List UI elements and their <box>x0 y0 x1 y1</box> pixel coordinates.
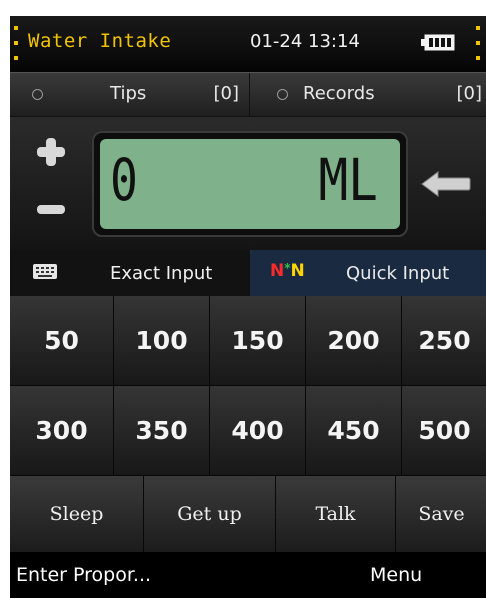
get-up-button[interactable]: Get up <box>144 476 276 552</box>
display-panel: 0 ML <box>10 117 486 250</box>
amount-key-200[interactable]: 200 <box>306 296 402 386</box>
backspace-arrow-icon[interactable] <box>420 167 472 201</box>
amount-key-400[interactable]: 400 <box>210 386 306 476</box>
amount-key-450[interactable]: 450 <box>306 386 402 476</box>
tab-tips-label: Tips <box>110 83 147 104</box>
softkey-menu[interactable]: Menu <box>370 564 422 586</box>
amount-key-100[interactable]: 100 <box>114 296 210 386</box>
amount-key-300[interactable]: 300 <box>10 386 114 476</box>
phone-screen: Water Intake 01-24 13:14 Tips [0] Record… <box>10 16 486 598</box>
softkey-left[interactable]: Enter Propor... <box>16 564 151 586</box>
status-datetime: 01-24 13:14 <box>250 31 360 52</box>
lcd-screen: 0 ML <box>100 139 400 229</box>
intake-unit: ML <box>318 146 378 214</box>
talk-button[interactable]: Talk <box>276 476 396 552</box>
exact-input-button[interactable]: Exact Input <box>10 250 250 296</box>
minus-icon[interactable] <box>36 195 66 225</box>
action-row: Sleep Get up Talk Save <box>10 476 486 552</box>
tab-tips-count: [0] <box>213 83 240 104</box>
save-button[interactable]: Save <box>396 476 486 552</box>
softkey-bar: Enter Propor... Menu <box>10 552 486 598</box>
amount-key-350[interactable]: 350 <box>114 386 210 476</box>
menu-dots-left-icon <box>14 26 18 60</box>
tab-records-label: Records <box>303 83 375 104</box>
exact-input-label: Exact Input <box>110 263 213 284</box>
quick-amount-keypad: 50 100 150 200 250 300 350 400 450 500 <box>10 296 486 476</box>
tab-records-count: [0] <box>456 83 483 104</box>
amount-key-50[interactable]: 50 <box>10 296 114 386</box>
sleep-button[interactable]: Sleep <box>10 476 144 552</box>
radio-icon <box>277 89 288 100</box>
input-mode-row: Exact Input N*N Quick Input <box>10 250 486 296</box>
plus-icon[interactable] <box>36 137 66 167</box>
status-bar: Water Intake 01-24 13:14 <box>10 16 486 72</box>
info-tabs: Tips [0] Records [0] <box>10 72 486 117</box>
intake-value: 0 <box>110 146 138 214</box>
radio-icon <box>32 89 43 100</box>
app-title: Water Intake <box>28 30 172 52</box>
amount-key-250[interactable]: 250 <box>402 296 486 386</box>
lcd-frame: 0 ML <box>92 131 408 237</box>
n-star-n-icon: N*N <box>270 261 305 281</box>
quick-input-button[interactable]: N*N Quick Input <box>250 250 486 296</box>
tab-records[interactable]: Records [0] <box>251 73 486 117</box>
amount-key-500[interactable]: 500 <box>402 386 486 476</box>
amount-key-150[interactable]: 150 <box>210 296 306 386</box>
tab-tips[interactable]: Tips [0] <box>10 73 250 117</box>
keyboard-icon <box>33 264 57 279</box>
quick-input-label: Quick Input <box>346 263 450 284</box>
battery-icon <box>421 34 455 51</box>
menu-dots-right-icon <box>476 26 480 60</box>
